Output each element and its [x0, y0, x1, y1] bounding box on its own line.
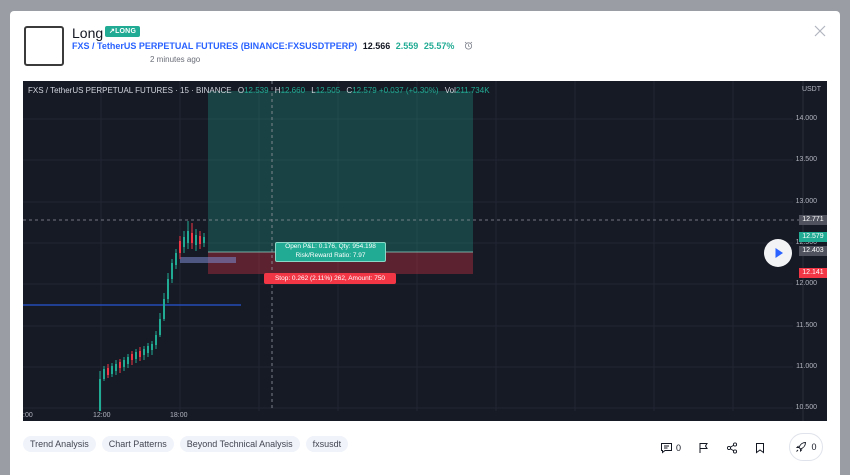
open-pnl-text: Open P&L: 0.176, Qty: 954.198 — [285, 243, 376, 250]
comment-icon — [661, 443, 672, 454]
legend-title: FXS / TetherUS PERPETUAL FUTURES · 15 · … — [28, 86, 232, 95]
chart-canvas — [23, 81, 804, 421]
boost-count: 0 — [811, 442, 817, 452]
alarm-clock-icon[interactable] — [464, 41, 473, 50]
legend-volume: 211.734K — [455, 86, 490, 95]
x-tick: 12:00 — [93, 412, 111, 419]
symbol-link[interactable]: FXS / TetherUS PERPETUAL FUTURES (BINANC… — [72, 41, 357, 51]
comments-button[interactable]: 0 — [660, 442, 681, 454]
idea-card: Long ↗LONG FXS / TetherUS PERPETUAL FUTU… — [10, 11, 840, 475]
flag-icon — [699, 443, 708, 453]
flag-button[interactable] — [698, 442, 709, 454]
rocket-icon — [796, 442, 807, 453]
stop-label: Stop: 0.262 (2.11%) 262, Amount: 750 — [264, 273, 396, 284]
y-tick: 12.000 — [795, 280, 817, 287]
legend-volume-label: Vol — [444, 86, 456, 95]
symbol-price: 12.566 — [362, 41, 391, 51]
play-icon — [775, 248, 783, 258]
legend-low: 12.505 — [315, 86, 341, 95]
open-pnl-band — [180, 257, 236, 263]
y-tick: 13.000 — [795, 198, 817, 205]
comments-count: 0 — [676, 443, 682, 453]
x-tick: :00 — [23, 412, 33, 419]
legend-close: 12.579 — [352, 86, 377, 95]
y-tick: 10.500 — [795, 404, 817, 411]
share-icon — [726, 442, 738, 454]
symbol-line: FXS / TetherUS PERPETUAL FUTURES (BINANC… — [72, 41, 473, 51]
legend-high: 12.660 — [280, 86, 306, 95]
profit-zone — [208, 91, 473, 252]
y-tick: 11.000 — [796, 363, 817, 370]
entry-price-tag: 12.403 — [799, 246, 827, 256]
idea-actions: 0 — [660, 438, 782, 458]
tag-list: Trend Analysis Chart Patterns Beyond Tec… — [23, 436, 349, 452]
author-avatar[interactable] — [24, 26, 64, 66]
legend-change: +0.037 (+0.30%) — [378, 86, 439, 95]
chart-legend: FXS / TetherUS PERPETUAL FUTURES · 15 · … — [28, 86, 490, 95]
publish-time: 2 minutes ago — [150, 55, 201, 64]
bookmark-icon — [756, 443, 765, 454]
bookmark-button[interactable] — [755, 442, 765, 454]
stop-price-tag: 12.141 — [799, 268, 827, 278]
last-price-tag: 12.579 — [799, 232, 827, 242]
symbol-change: 2.559 — [395, 41, 419, 51]
tag-trend-analysis[interactable]: Trend Analysis — [23, 436, 96, 452]
tag-chart-patterns[interactable]: Chart Patterns — [101, 436, 174, 452]
idea-title[interactable]: Long — [72, 25, 103, 41]
price-chart[interactable]: FXS / TetherUS PERPETUAL FUTURES · 15 · … — [23, 81, 827, 421]
y-tick: 11.500 — [796, 322, 817, 329]
tag-fxsusdt[interactable]: fxsusdt — [305, 436, 349, 452]
play-button[interactable] — [764, 239, 792, 267]
share-button[interactable] — [726, 442, 738, 454]
legend-open: 12.539 — [244, 86, 269, 95]
x-tick: 18:00 — [170, 412, 188, 419]
y-tick: 13.500 — [795, 156, 817, 163]
tag-beyond-technical-analysis[interactable]: Beyond Technical Analysis — [179, 436, 300, 452]
long-badge: ↗LONG — [105, 26, 141, 37]
symbol-change-pct: 25.57% — [423, 41, 455, 51]
risk-reward-text: Risk/Reward Ratio: 7.97 — [295, 251, 366, 259]
boost-button[interactable]: 0 — [789, 433, 823, 461]
close-icon[interactable] — [814, 25, 826, 37]
currency-label: USDT — [801, 86, 821, 93]
y-tick: 14.000 — [795, 115, 817, 122]
open-pnl-label: Open P&L: 0.176, Qty: 954.198 Risk/Rewar… — [275, 242, 386, 262]
crosshair-price-tag: 12.771 — [799, 215, 827, 225]
